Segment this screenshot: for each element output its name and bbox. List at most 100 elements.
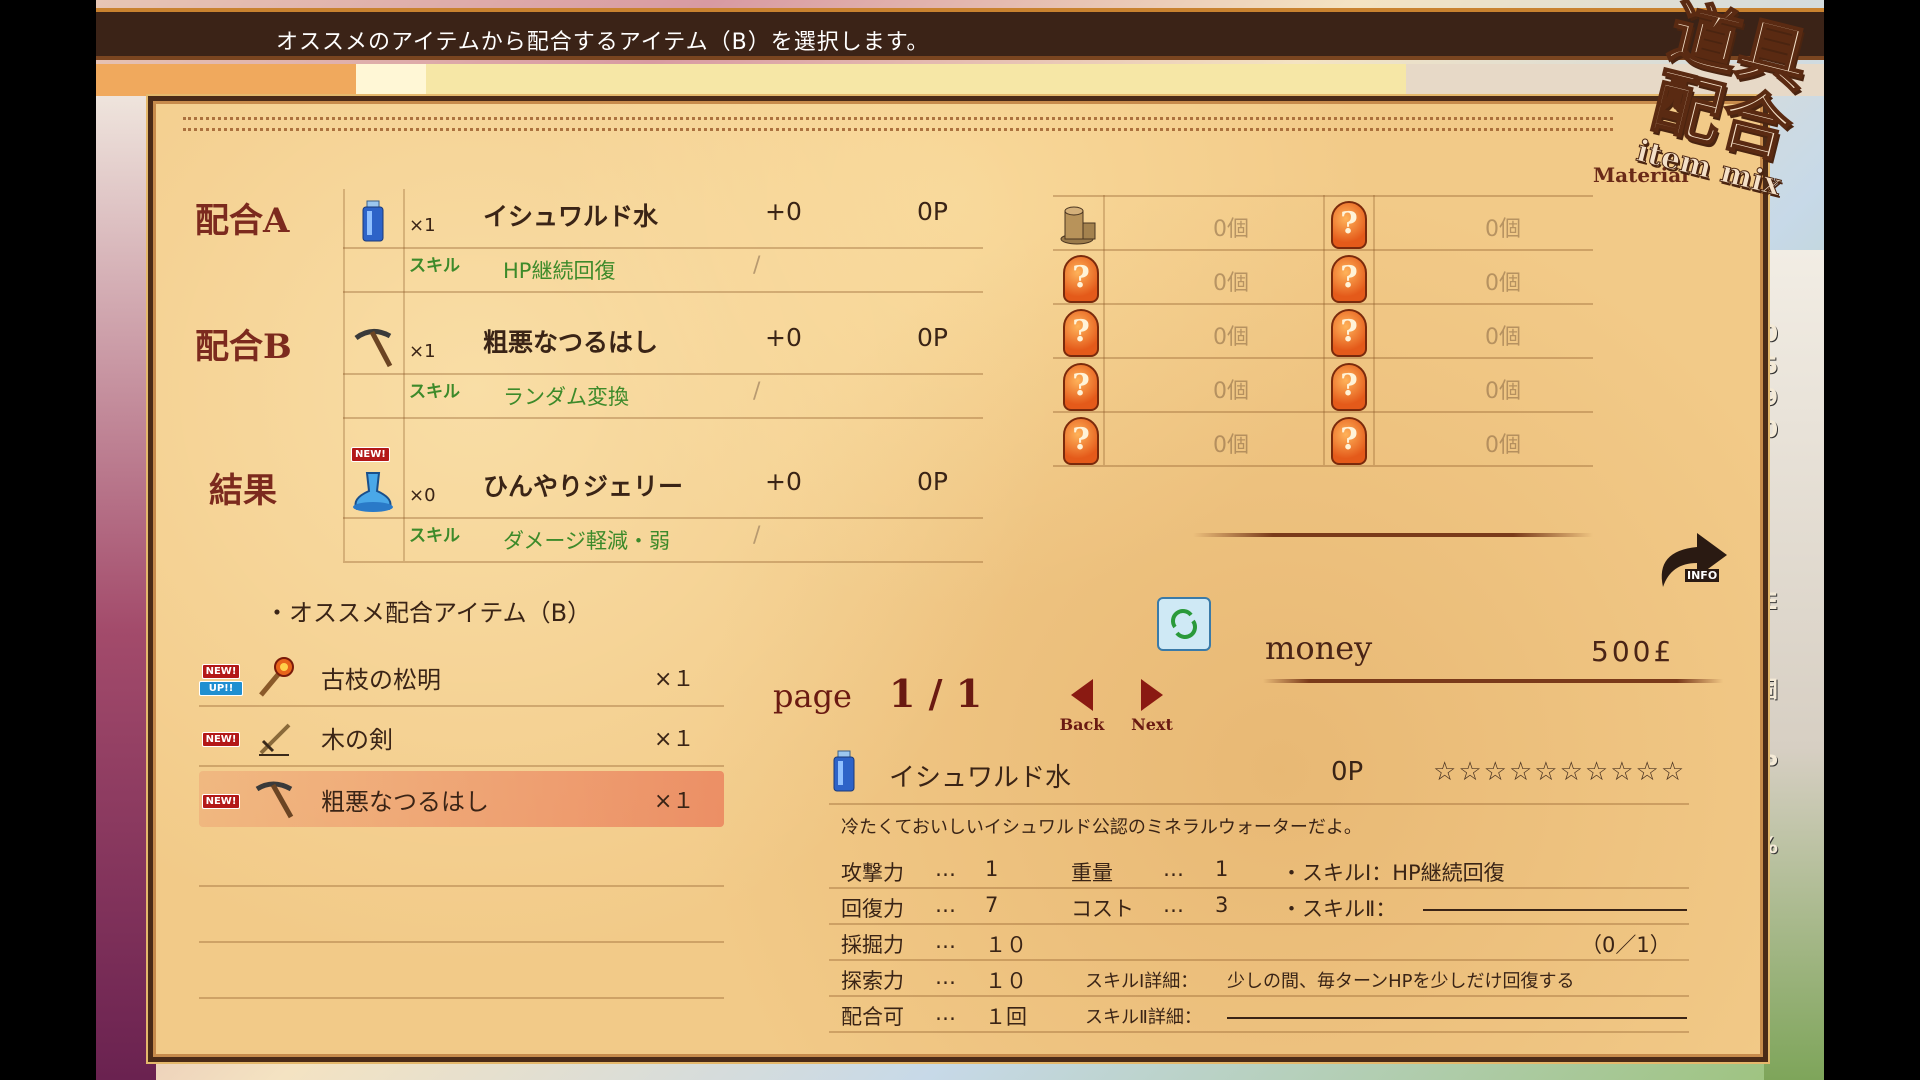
- message-bar: オススメのアイテムから配合するアイテム（B）を選択します。: [96, 8, 1824, 60]
- mix-skill: ランダム変換: [503, 385, 629, 409]
- skill2-detail-blank-line: [1227, 1017, 1687, 1019]
- stat-dots: …: [935, 929, 956, 953]
- wooden-sword-icon: [243, 715, 307, 759]
- list-item-qty: ×１: [654, 789, 695, 814]
- water-bottle-icon: [345, 191, 401, 251]
- stat-dots: …: [935, 893, 956, 917]
- mix-points: 0P: [917, 467, 948, 496]
- stat-value: １０: [985, 969, 1027, 993]
- divider: [403, 189, 405, 561]
- next-button[interactable]: Next: [1127, 679, 1177, 734]
- divider: [199, 885, 724, 887]
- back-arrow-icon: [1071, 679, 1093, 711]
- page-label: page: [773, 677, 852, 715]
- badges: NEW!: [199, 727, 243, 747]
- decorative-stripe: [96, 64, 1824, 96]
- skill-count: （0／1）: [1581, 933, 1671, 957]
- mix-qty: ×1: [409, 341, 436, 362]
- material-count: 0個: [1485, 271, 1521, 296]
- star-icon: ☆: [1483, 757, 1509, 787]
- divider: [1053, 357, 1593, 359]
- list-item-selected[interactable]: NEW! 粗悪なつるはし ×１: [199, 771, 724, 827]
- info-button[interactable]: INFO: [1649, 521, 1733, 597]
- stat-label: 採掘力: [841, 933, 904, 957]
- stat-label: 配合可: [841, 1005, 904, 1029]
- mix-item-name: 粗悪なつるはし: [483, 328, 659, 357]
- skill-slash: /: [753, 523, 761, 548]
- divider: [199, 941, 724, 943]
- stat-label: 探索力: [841, 969, 904, 993]
- divider: [1263, 679, 1723, 683]
- cost-value: 3: [1215, 893, 1229, 917]
- pickaxe-icon: [345, 317, 401, 377]
- back-button[interactable]: Back: [1057, 679, 1107, 734]
- pickaxe-icon: [243, 777, 307, 821]
- detail-points: 0P: [1331, 757, 1364, 787]
- result-label: 結果: [209, 471, 277, 511]
- skill-slash: /: [753, 253, 761, 278]
- divider: [1193, 533, 1593, 537]
- unknown-material-icon: ?: [1331, 309, 1367, 357]
- cost-label: コスト: [1071, 897, 1134, 921]
- divider: [829, 803, 1689, 805]
- stat-dots: …: [935, 965, 956, 989]
- stat-dots: …: [935, 857, 956, 881]
- stat-value: 7: [985, 893, 999, 917]
- divider: [829, 887, 1689, 889]
- divider: [829, 1031, 1689, 1033]
- divider: [199, 997, 724, 999]
- next-arrow-icon: [1141, 679, 1163, 711]
- mix-points: 0P: [917, 323, 948, 352]
- torch-icon: [243, 655, 307, 699]
- background-character-left: [96, 80, 156, 1080]
- badges: NEW!: [199, 789, 243, 809]
- unknown-material-icon: ?: [1063, 309, 1099, 357]
- divider: [1053, 249, 1593, 251]
- info-arrow-icon: [1661, 533, 1727, 587]
- divider: [343, 517, 983, 519]
- list-item-qty: ×１: [654, 667, 695, 692]
- skill-label: スキル: [409, 256, 460, 276]
- money-label: money: [1265, 629, 1373, 667]
- skill-label: スキル: [409, 382, 460, 402]
- coins-icon: [1057, 201, 1101, 251]
- divider: [343, 291, 983, 293]
- recommend-title: ・オススメ配合アイテム（B）: [265, 599, 592, 627]
- stat-label: 攻撃力: [841, 861, 904, 885]
- stat-dots: …: [1163, 893, 1184, 917]
- mix-label: 配合B: [195, 327, 292, 367]
- unknown-material-icon: ?: [1331, 417, 1367, 465]
- skill1-text: ・スキルⅠ：HP継続回復: [1281, 861, 1505, 885]
- top-message: オススメのアイテムから配合するアイテム（B）を選択します。: [276, 30, 930, 55]
- unknown-material-icon: ?: [1331, 363, 1367, 411]
- material-count: 0個: [1213, 325, 1249, 350]
- unknown-material-icon: ?: [1063, 255, 1099, 303]
- new-badge: NEW!: [201, 732, 241, 747]
- item-mix-panel: 配合A ×1 スキル イシュワルド水 +0 0P HP継続回復 / 配合B ×1…: [148, 96, 1768, 1062]
- list-item[interactable]: NEW! UP!! 古枝の松明 ×１: [199, 649, 724, 705]
- jelly-icon: [345, 461, 401, 521]
- mix-points: 0P: [917, 197, 948, 226]
- info-label: INFO: [1685, 569, 1720, 582]
- skill2-detail-label: スキルⅡ詳細：: [1085, 1007, 1202, 1028]
- divider: [1373, 195, 1375, 465]
- water-bottle-icon: [829, 749, 859, 797]
- material-count: 0個: [1485, 217, 1521, 242]
- skill1-detail-label: スキルⅠ詳細：: [1085, 971, 1199, 992]
- skill2-blank-line: [1423, 909, 1687, 911]
- rating-stars: ☆☆☆☆☆☆☆☆☆☆: [1433, 757, 1686, 787]
- stat-value: １回: [985, 1005, 1027, 1029]
- material-count: 0個: [1213, 379, 1249, 404]
- new-badge: NEW!: [201, 663, 241, 679]
- recycle-icon[interactable]: [1157, 597, 1211, 651]
- page-number: 1 / 1: [889, 671, 983, 716]
- star-icon: ☆: [1458, 757, 1484, 787]
- mix-skill: HP継続回復: [503, 259, 616, 283]
- result-item-name: ひんやりジェリー: [483, 472, 684, 501]
- stat-label: 回復力: [841, 897, 904, 921]
- list-item[interactable]: NEW! 木の剣 ×１: [199, 709, 724, 765]
- stat-value: 1: [985, 857, 999, 881]
- star-icon: ☆: [1534, 757, 1560, 787]
- divider: [343, 189, 345, 561]
- weight-value: 1: [1215, 857, 1229, 881]
